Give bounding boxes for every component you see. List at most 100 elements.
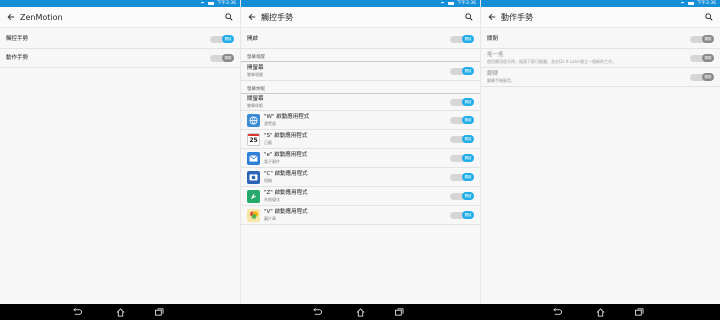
- row-sublabel: 翻轉手機靜音。: [487, 78, 515, 83]
- row-sublabel: 系統優化: [264, 197, 280, 202]
- gesture-z-toggle[interactable]: 開啟: [450, 192, 474, 200]
- gesture-z-row[interactable]: "Z" 啟動應用程式 系統優化 開啟: [241, 187, 480, 206]
- touch-gesture-row[interactable]: 觸控手勢 開啟: [0, 30, 240, 49]
- gesture-c-row[interactable]: "C" 啟動應用程式 相機 開啟: [241, 168, 480, 187]
- toggle-state-label: 開啟: [462, 67, 474, 75]
- nav-group: [240, 304, 480, 320]
- search-icon[interactable]: [224, 12, 234, 22]
- calendar-date: 25: [249, 136, 258, 144]
- battery-icon: [687, 1, 694, 6]
- touch-gesture-screen: 下午3:36 觸控手勢 開啟 開啟 螢幕喚醒 開螢幕 雙擊喚醒 開啟 螢幕休眠 …: [240, 0, 480, 304]
- camera-icon: [247, 170, 260, 184]
- calendar-icon: 25: [247, 132, 260, 146]
- row-sublabel: 使用應用程式時，搖兩下即可截圖，並在Do It Later建立一個新的工作。: [487, 59, 617, 64]
- wifi-icon: [679, 1, 685, 6]
- row-label: "e" 啟動應用程式: [264, 152, 308, 158]
- row-sublabel: 雙擊休眠: [247, 103, 263, 108]
- flip-row[interactable]: 翻轉 翻轉手機靜音。 關閉: [481, 68, 720, 87]
- gesture-w-row[interactable]: "W" 啟動應用程式 瀏覽器 開啟: [241, 111, 480, 130]
- gesture-w-toggle[interactable]: 開啟: [450, 116, 474, 124]
- wake-screen-row[interactable]: 開螢幕 雙擊喚醒 開啟: [241, 62, 480, 81]
- toggle-state-label: 開啟: [462, 154, 474, 162]
- row-label: 觸控手勢: [6, 35, 29, 42]
- row-sublabel: 日曆: [264, 140, 272, 145]
- motion-gesture-toggle[interactable]: 關閉: [210, 54, 234, 62]
- row-label: 動作手勢: [6, 54, 29, 61]
- toggle-state-label: 關閉: [702, 54, 714, 62]
- row-label: "V" 啟動應用程式: [264, 209, 308, 215]
- zenmotion-screen: 下午3:36 ZenMotion 觸控手勢 開啟 動作手勢 關閉: [0, 0, 240, 304]
- gesture-v-row[interactable]: "V" 啟動應用程式 圖片庫 開啟: [241, 206, 480, 225]
- section-header-sleep: 螢幕休眠: [241, 81, 480, 94]
- status-bar: 下午3:36: [0, 0, 240, 7]
- toggle-state-label: 開啟: [462, 35, 474, 43]
- back-arrow-icon[interactable]: [6, 12, 16, 22]
- status-time: 下午3:36: [456, 1, 476, 6]
- master-toggle[interactable]: 開啟: [450, 35, 474, 43]
- row-sublabel: 瀏覽器: [264, 121, 276, 126]
- toggle-state-label: 開啟: [222, 35, 234, 43]
- shake-row[interactable]: 搖一搖 使用應用程式時，搖兩下即可截圖，並在Do It Later建立一個新的工…: [481, 49, 720, 68]
- row-label: 開螢幕: [247, 65, 264, 71]
- row-label: 翻轉: [487, 71, 499, 77]
- shake-toggle[interactable]: 關閉: [690, 54, 714, 62]
- app-bar: 動作手勢: [481, 7, 720, 28]
- row-label: "S" 啟動應用程式: [264, 133, 308, 139]
- page-title: 動作手勢: [501, 12, 533, 22]
- master-toggle[interactable]: 關閉: [690, 35, 714, 43]
- globe-icon: [247, 113, 260, 127]
- sleep-screen-row[interactable]: 關螢幕 雙擊休眠 開啟: [241, 94, 480, 111]
- motion-gesture-screen: 下午3:36 動作手勢 關閉 關閉 搖一搖 使用應用程式時，搖兩下即可截圖，並在…: [480, 0, 720, 304]
- back-arrow-icon[interactable]: [247, 12, 257, 22]
- row-sublabel: 雙擊喚醒: [247, 72, 263, 77]
- search-icon[interactable]: [464, 12, 474, 22]
- back-arrow-icon[interactable]: [487, 12, 497, 22]
- home-nav-icon[interactable]: [115, 307, 125, 317]
- gesture-s-toggle[interactable]: 開啟: [450, 135, 474, 143]
- mail-icon: [247, 151, 260, 165]
- back-nav-icon[interactable]: [72, 307, 82, 317]
- rocket-icon: [247, 189, 260, 203]
- section-header-wake: 螢幕喚醒: [241, 49, 480, 62]
- recent-apps-icon[interactable]: [394, 307, 404, 317]
- toggle-state-label: 關閉: [222, 54, 234, 62]
- motion-gesture-row[interactable]: 動作手勢 關閉: [0, 49, 240, 68]
- toggle-state-label: 關閉: [702, 73, 714, 81]
- navigation-bar: [0, 304, 720, 320]
- row-label: "Z" 啟動應用程式: [264, 190, 308, 196]
- status-time: 下午3:36: [696, 1, 716, 6]
- screenshot-triptych: 下午3:36 ZenMotion 觸控手勢 開啟 動作手勢 關閉 下午3:36 …: [0, 0, 720, 304]
- master-switch-row[interactable]: 關閉 關閉: [481, 30, 720, 49]
- sleep-toggle[interactable]: 開啟: [450, 98, 474, 106]
- row-label: 關螢幕: [247, 96, 264, 102]
- toggle-state-label: 開啟: [462, 192, 474, 200]
- row-label: 開啟: [247, 35, 259, 42]
- back-nav-icon[interactable]: [312, 307, 322, 317]
- battery-icon: [207, 1, 214, 6]
- row-label: 搖一搖: [487, 52, 504, 58]
- row-sublabel: 圖片庫: [264, 216, 276, 221]
- toggle-state-label: 開啟: [462, 116, 474, 124]
- back-nav-icon[interactable]: [552, 307, 562, 317]
- home-nav-icon[interactable]: [355, 307, 365, 317]
- gesture-v-toggle[interactable]: 開啟: [450, 211, 474, 219]
- toggle-state-label: 關閉: [702, 35, 714, 43]
- gesture-e-row[interactable]: "e" 啟動應用程式 電子郵件 開啟: [241, 149, 480, 168]
- recent-apps-icon[interactable]: [154, 307, 164, 317]
- nav-group: [480, 304, 720, 320]
- recent-apps-icon[interactable]: [634, 307, 644, 317]
- wake-toggle[interactable]: 開啟: [450, 67, 474, 75]
- status-bar: 下午3:36: [241, 0, 480, 7]
- master-switch-row[interactable]: 開啟 開啟: [241, 30, 480, 49]
- flip-toggle[interactable]: 關閉: [690, 73, 714, 81]
- touch-gesture-toggle[interactable]: 開啟: [210, 35, 234, 43]
- gallery-icon: [247, 208, 260, 222]
- nav-group: [0, 304, 240, 320]
- search-icon[interactable]: [704, 12, 714, 22]
- battery-icon: [447, 1, 454, 6]
- gesture-c-toggle[interactable]: 開啟: [450, 173, 474, 181]
- gesture-e-toggle[interactable]: 開啟: [450, 154, 474, 162]
- home-nav-icon[interactable]: [595, 307, 605, 317]
- gesture-s-row[interactable]: 25 "S" 啟動應用程式 日曆 開啟: [241, 130, 480, 149]
- toggle-state-label: 開啟: [462, 211, 474, 219]
